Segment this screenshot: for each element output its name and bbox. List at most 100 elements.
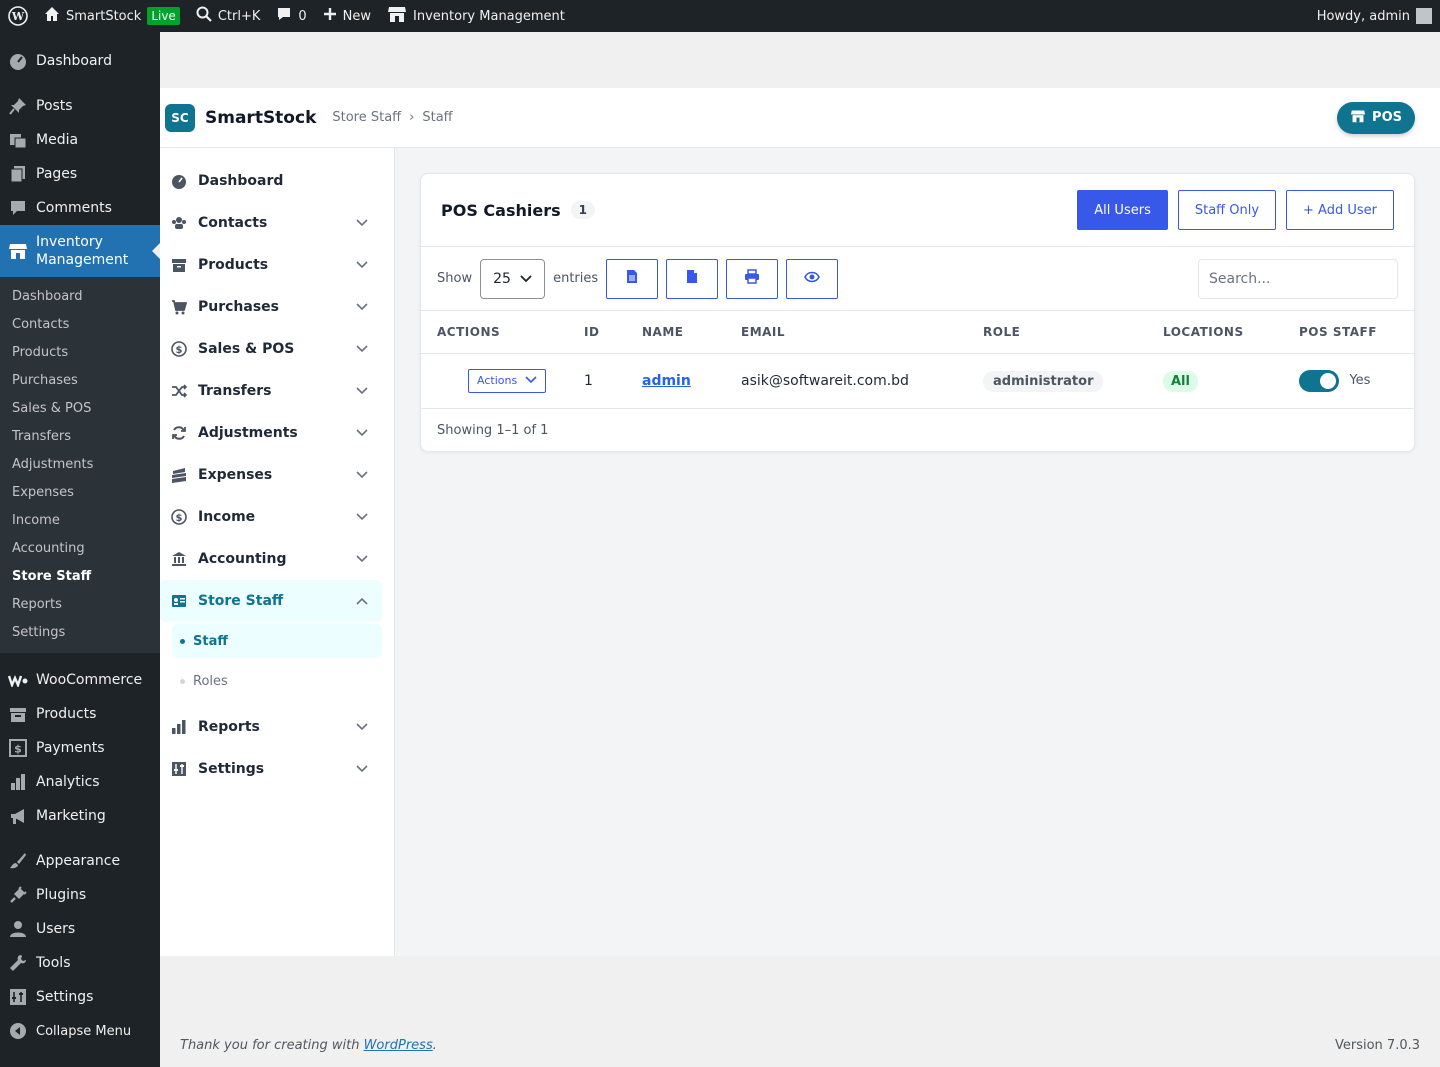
dollar-circle-icon: $ (170, 509, 188, 525)
wp-menu-plugins[interactable]: Plugins (0, 878, 160, 912)
column-header[interactable]: NAME (626, 311, 725, 354)
wrench-icon (8, 953, 28, 973)
wp-menu-settings[interactable]: Settings (0, 980, 160, 1014)
wp-submenu-item[interactable]: Reports (0, 591, 160, 619)
bullet-dot (180, 638, 185, 644)
bullet-dot (180, 678, 185, 684)
wp-submenu-item[interactable]: Sales & POS (0, 395, 160, 423)
wp-menu-users[interactable]: Users (0, 912, 160, 946)
wordpress-logo-icon[interactable]: W (0, 0, 36, 32)
wp-menu-products[interactable]: Products (0, 697, 160, 731)
wp-menu-appearance[interactable]: Appearance (0, 844, 160, 878)
command-search[interactable]: Ctrl+K (188, 0, 269, 32)
wp-submenu-item[interactable]: Adjustments (0, 451, 160, 479)
wp-menu-collapse[interactable]: Collapse Menu (0, 1014, 160, 1048)
pos-staff-toggle[interactable] (1299, 369, 1339, 392)
chevron-down-icon (356, 509, 368, 525)
wp-submenu-item[interactable]: Transfers (0, 423, 160, 451)
app-nav-transfers[interactable]: Transfers (160, 370, 382, 412)
column-header[interactable]: POS STAFF (1283, 311, 1414, 354)
wp-submenu-item[interactable]: Settings (0, 619, 160, 647)
wp-submenu-item[interactable]: Accounting (0, 535, 160, 563)
wp-menu-tools[interactable]: Tools (0, 946, 160, 980)
breadcrumb-separator: › (409, 110, 415, 125)
wp-submenu-item[interactable]: Expenses (0, 479, 160, 507)
wp-menu-analytics[interactable]: Analytics (0, 765, 160, 799)
chevron-down-icon (356, 215, 368, 231)
chevron-down-icon (356, 551, 368, 567)
inventory-management-link[interactable]: Inventory Management (379, 0, 573, 32)
wp-menu-media[interactable]: Media (0, 123, 160, 157)
staff-only-button[interactable]: Staff Only (1177, 190, 1277, 230)
app-nav-contacts[interactable]: Contacts (160, 202, 382, 244)
store-icon (387, 5, 407, 27)
new-content-link[interactable]: New (315, 0, 379, 32)
wp-menu-pages[interactable]: Pages (0, 157, 160, 191)
actions-cell: Actions (421, 353, 568, 409)
wp-menu-woocommerce[interactable]: WooCommerce (0, 663, 160, 697)
wp-submenu-item[interactable]: Dashboard (0, 283, 160, 311)
wp-menu-inventory-management[interactable]: Inventory Management (0, 225, 160, 277)
wp-submenu-item-current[interactable]: Store Staff (0, 563, 160, 591)
wordpress-link[interactable]: WordPress (364, 1038, 433, 1053)
wp-submenu-item[interactable]: Contacts (0, 311, 160, 339)
pages-icon (8, 164, 28, 184)
column-header[interactable]: EMAIL (725, 311, 967, 354)
user-name-link[interactable]: admin (642, 373, 691, 389)
wp-admin-menu: Dashboard Posts Media Pages Comments Inv… (0, 32, 160, 1067)
print-button[interactable] (726, 258, 779, 299)
wp-submenu-item[interactable]: Income (0, 507, 160, 535)
comment-bubble-icon (8, 198, 28, 218)
search-icon (196, 6, 212, 26)
app-nav-sales-pos[interactable]: $ Sales & POS (160, 328, 382, 370)
app-logo[interactable]: SC (165, 103, 195, 132)
shuffle-icon (170, 383, 188, 399)
app-nav-store-staff[interactable]: Store Staff (160, 580, 382, 622)
wp-menu-marketing[interactable]: Marketing (0, 799, 160, 833)
wp-menu-posts[interactable]: Posts (0, 89, 160, 123)
app-nav-dashboard[interactable]: Dashboard (160, 160, 382, 202)
woocommerce-icon (8, 670, 28, 690)
export-csv-button[interactable] (606, 258, 659, 299)
chevron-down-icon (356, 383, 368, 399)
wp-menu-payments[interactable]: $ Payments (0, 731, 160, 765)
collapse-arrow-icon (8, 1021, 28, 1041)
app-nav-expenses[interactable]: Expenses (160, 454, 382, 496)
settings-sliders-icon (8, 987, 28, 1007)
row-actions-dropdown[interactable]: Actions (468, 368, 547, 393)
export-pdf-button[interactable] (666, 258, 719, 299)
app-nav-reports[interactable]: Reports (160, 706, 382, 748)
comments-link[interactable]: 0 (268, 0, 314, 32)
app-nav-income[interactable]: $ Income (160, 496, 382, 538)
site-name-link[interactable]: SmartStock Live (36, 0, 188, 32)
column-header[interactable]: LOCATIONS (1147, 311, 1283, 354)
column-header[interactable]: ID (568, 311, 626, 354)
add-user-button[interactable]: + Add User (1286, 190, 1394, 230)
app-nav-adjustments[interactable]: Adjustments (160, 412, 382, 454)
chevron-up-icon (356, 593, 368, 609)
wp-submenu-item[interactable]: Purchases (0, 367, 160, 395)
breadcrumb-staff: Staff (422, 110, 453, 125)
app-nav-accounting[interactable]: Accounting (160, 538, 382, 580)
app-nav-purchases[interactable]: Purchases (160, 286, 382, 328)
breadcrumb-store-staff[interactable]: Store Staff (332, 110, 401, 125)
app-subnav-staff[interactable]: Staff (172, 624, 382, 658)
app-nav-products[interactable]: Products (160, 244, 382, 286)
breadcrumb: Store Staff › Staff (332, 110, 452, 125)
column-visibility-button[interactable] (786, 258, 839, 299)
column-header[interactable]: ROLE (967, 311, 1147, 354)
count-badge: 1 (570, 201, 595, 219)
wp-menu-dashboard[interactable]: Dashboard (0, 44, 160, 78)
wp-submenu-item[interactable]: Products (0, 339, 160, 367)
app-subnav-roles[interactable]: Roles (172, 664, 382, 698)
entries-select[interactable]: 25 (480, 258, 546, 299)
wp-menu-comments[interactable]: Comments (0, 191, 160, 225)
search-input[interactable]: Search... (1198, 258, 1398, 299)
dashboard-gauge-icon (8, 51, 28, 71)
all-users-button[interactable]: All Users (1077, 190, 1168, 230)
app-container: SC SmartStock Store Staff › Staff POS Da… (160, 32, 1440, 956)
pushpin-icon (8, 96, 28, 116)
pos-button[interactable]: POS (1337, 101, 1415, 134)
user-account-menu[interactable]: Howdy, admin (1309, 0, 1440, 32)
app-nav-settings[interactable]: Settings (160, 748, 382, 790)
